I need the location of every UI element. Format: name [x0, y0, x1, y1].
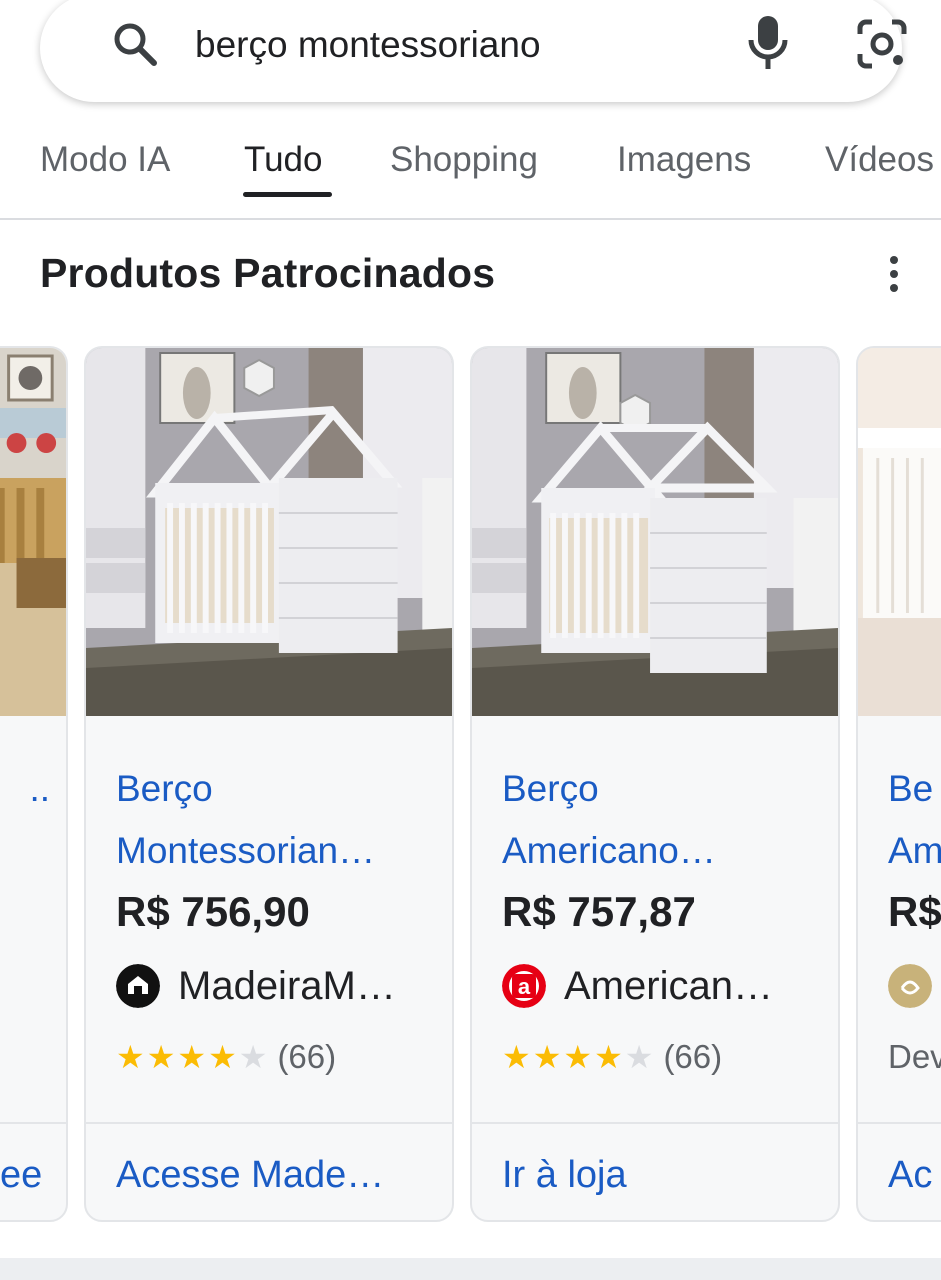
americanas-logo: a [502, 964, 546, 1008]
seller-name[interactable]: American… [564, 964, 773, 1009]
product-title-line2[interactable]: Americano… [502, 820, 822, 882]
review-count: (66) [277, 1038, 337, 1075]
product-image[interactable] [86, 348, 452, 716]
product-card[interactable]: Be Am R$ Dev Ac [856, 346, 941, 1222]
rating-stars: ★★★★★ [502, 1039, 656, 1075]
product-price: R$ [888, 888, 941, 935]
product-rating: ★★★★★ (66) [116, 1038, 336, 1076]
section-separator [0, 1258, 941, 1280]
madeiramadeira-logo [116, 964, 160, 1008]
section-title: Produtos Patrocinados [40, 250, 496, 296]
product-title-line1[interactable]: Berço [116, 758, 436, 820]
rating-stars: ★★★★★ [116, 1039, 270, 1075]
seller[interactable]: a American… [502, 958, 773, 1014]
card-divider [858, 1122, 941, 1124]
product-title[interactable]: .. [0, 758, 50, 820]
review-count: (66) [663, 1038, 723, 1075]
seller[interactable]: MadeiraM… [116, 958, 396, 1014]
svg-text:a: a [518, 974, 531, 999]
tab-tudo[interactable]: Tudo [244, 140, 322, 180]
search-input[interactable]: berço montessoriano [195, 24, 541, 66]
product-price: R$ 756,90 [116, 888, 310, 935]
visit-store-link[interactable]: Ir à loja [502, 1154, 627, 1197]
product-rating: Dev [888, 1038, 941, 1076]
card-divider [86, 1122, 452, 1124]
product-title[interactable]: Be Am [888, 758, 941, 882]
gold-circle-logo [888, 964, 932, 1008]
visit-store-link[interactable]: Ac [888, 1154, 932, 1197]
search-tabs: Modo IA Tudo Shopping Imagens Vídeos [0, 120, 941, 220]
search-bar[interactable]: berço montessoriano [40, 0, 907, 102]
search-results-page: berço montessoriano Modo IA Tudo Shoppin… [0, 0, 941, 1280]
active-tab-indicator [243, 192, 332, 197]
product-title-line1[interactable]: Berço [502, 758, 822, 820]
lens-camera-icon[interactable] [856, 18, 908, 70]
product-card[interactable]: Berço Montessorian… R$ 756,90 MadeiraM… … [84, 346, 454, 1222]
product-rating: ★★★★★ (66) [502, 1038, 722, 1076]
tab-shopping[interactable]: Shopping [390, 140, 538, 180]
seller[interactable] [888, 958, 941, 1014]
product-title[interactable]: Berço Montessorian… [116, 758, 436, 882]
product-image[interactable] [0, 348, 66, 716]
product-image[interactable] [858, 348, 941, 716]
product-image[interactable] [472, 348, 838, 716]
product-title[interactable]: Berço Americano… [502, 758, 822, 882]
card-divider [0, 1122, 66, 1124]
search-icon[interactable] [110, 19, 160, 69]
review-count: Dev [888, 1038, 941, 1075]
visit-store-link[interactable]: Acesse Made… [116, 1154, 384, 1197]
tab-videos[interactable]: Vídeos [825, 140, 934, 180]
seller-name[interactable]: MadeiraM… [178, 964, 396, 1009]
product-card[interactable]: .. ee [0, 346, 68, 1222]
tab-modo-ia[interactable]: Modo IA [40, 140, 170, 180]
product-title-line2[interactable]: Am [888, 820, 941, 882]
mic-icon[interactable] [745, 14, 791, 72]
tab-imagens[interactable]: Imagens [617, 140, 751, 180]
visit-store-link[interactable]: ee [0, 1154, 42, 1197]
product-card[interactable]: Berço Americano… R$ 757,87 a American… ★… [470, 346, 840, 1222]
card-divider [472, 1122, 838, 1124]
more-vert-icon[interactable] [882, 254, 906, 294]
product-title-line2[interactable]: Montessorian… [116, 820, 436, 882]
product-title-line1[interactable]: Be [888, 758, 941, 820]
product-price: R$ 757,87 [502, 888, 696, 935]
product-title-line2[interactable]: .. [0, 758, 50, 820]
